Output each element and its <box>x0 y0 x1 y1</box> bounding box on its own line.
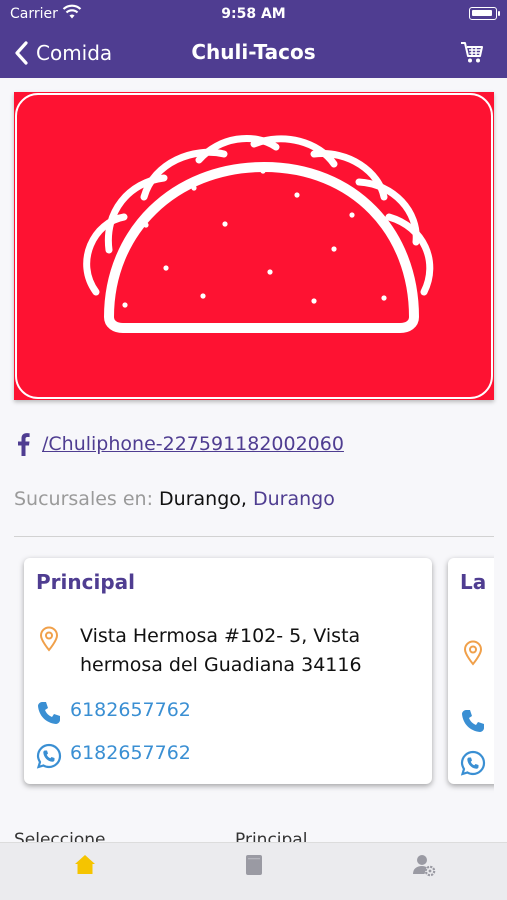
whatsapp-icon <box>36 743 62 769</box>
divider <box>14 536 494 537</box>
next-section-peek: Seleccione Principal <box>14 828 494 842</box>
location-address: Vista Hermosa #102- 5, Vista hermosa del… <box>80 625 362 676</box>
branches-city: Durango, <box>159 488 247 510</box>
map-pin-icon <box>463 640 483 666</box>
map-pin-icon <box>39 626 59 652</box>
location-name: Principal <box>36 570 135 594</box>
taco-logo-icon <box>15 93 493 399</box>
account-settings-icon[interactable] <box>412 853 436 877</box>
facebook-row: /Chuliphone-227591182002060 <box>14 428 344 460</box>
location-phone[interactable]: 6182657762 <box>70 696 191 725</box>
phone-icon <box>38 702 60 724</box>
phone-row[interactable]: 6182657762 <box>36 696 191 726</box>
phone-icon <box>462 710 484 732</box>
whatsapp-row[interactable]: 6182657762 <box>36 739 191 769</box>
branches-prefix: Sucursales en: <box>14 488 153 510</box>
navigation-bar: Comida Chuli-Tacos <box>0 28 507 78</box>
next-section-right-label: Principal <box>235 830 308 842</box>
restaurant-logo-banner <box>14 92 494 400</box>
cart-icon[interactable] <box>459 40 485 66</box>
home-icon[interactable] <box>73 853 97 877</box>
battery-icon <box>469 7 497 20</box>
location-whatsapp[interactable]: 6182657762 <box>70 739 191 768</box>
address-row: Vista Hermosa #102- 5, Vista hermosa del… <box>36 622 420 680</box>
branches-line: Sucursales en: Durango, Durango <box>14 488 335 510</box>
address-row <box>460 636 486 666</box>
facebook-link[interactable]: /Chuliphone-227591182002060 <box>42 433 344 455</box>
locations-carousel[interactable]: Principal Vista Hermosa #102- 5, Vista h… <box>14 548 494 798</box>
menu-icon[interactable] <box>242 853 266 877</box>
whatsapp-row[interactable] <box>460 746 486 776</box>
battery-tip <box>498 11 500 16</box>
location-card[interactable]: Principal Vista Hermosa #102- 5, Vista h… <box>24 558 432 784</box>
page-title: Chuli-Tacos <box>191 40 316 64</box>
clock: 9:58 AM <box>221 6 286 22</box>
whatsapp-icon <box>460 750 486 776</box>
next-section-left-label: Seleccione <box>14 830 106 842</box>
status-bar: Carrier 9:58 AM <box>0 0 507 28</box>
tab-bar <box>0 842 507 900</box>
facebook-icon[interactable] <box>14 432 32 456</box>
location-name: La m <box>460 570 494 594</box>
phone-row[interactable] <box>460 704 486 734</box>
location-card[interactable]: La m <box>448 558 494 784</box>
branches-state: Durango <box>252 488 335 510</box>
